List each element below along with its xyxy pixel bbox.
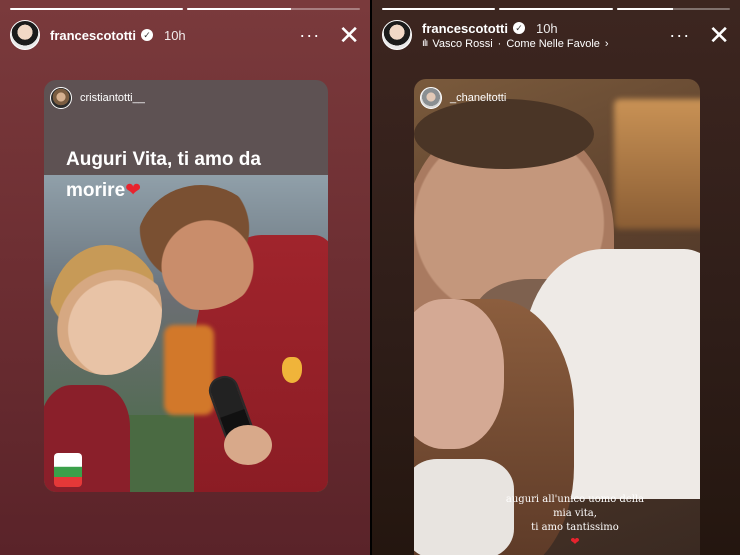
header-actions: ··· ✕: [299, 22, 360, 48]
more-options-icon[interactable]: ···: [299, 26, 320, 44]
progress-segment: [616, 8, 730, 10]
caption-text: Auguri Vita, ti amo da morire: [66, 149, 261, 201]
username-row: francescototti ✓ 10h: [422, 21, 609, 36]
story-quote-text: auguri all'unico uomo della mia vita, ti…: [490, 493, 660, 549]
story-panel-right[interactable]: francescototti ✓ 10h ıIı Vasco Rossi · C…: [372, 0, 740, 555]
header-actions: ··· ✕: [669, 22, 730, 48]
story-panel-left[interactable]: francescototti ✓ 10h ··· ✕ cristiantotti…: [0, 0, 370, 555]
quote-line: ti amo tantissimo: [531, 522, 619, 533]
repost-avatar[interactable]: [420, 87, 442, 109]
username[interactable]: francescototti: [50, 28, 136, 43]
header-text: francescototti ✓ 10h ıIı Vasco Rossi · C…: [422, 21, 609, 50]
story-header: francescototti ✓ 10h ··· ✕: [10, 18, 360, 52]
repost-username[interactable]: _chaneltotti: [450, 92, 506, 104]
orange-vest: [164, 325, 214, 415]
serie-a-badge: [54, 453, 82, 487]
repost-caption: Auguri Vita, ti amo da morire❤: [66, 144, 316, 206]
heart-emoji: ❤: [125, 180, 142, 201]
music-wave-icon: ıIı: [422, 38, 428, 49]
story-progress-bars: [10, 8, 360, 10]
verified-badge-icon: ✓: [140, 29, 153, 41]
reposted-story-card[interactable]: cristiantotti__ Auguri Vita, ti amo da m…: [44, 80, 328, 492]
repost-username[interactable]: cristiantotti__: [80, 92, 145, 104]
verified-badge-icon: ✓: [512, 22, 525, 34]
close-icon[interactable]: ✕: [708, 22, 730, 48]
close-icon[interactable]: ✕: [338, 22, 360, 48]
music-sticker[interactable]: ıIı Vasco Rossi · Come Nelle Favole ›: [422, 38, 609, 50]
story-header: francescototti ✓ 10h ıIı Vasco Rossi · C…: [382, 18, 730, 52]
music-artist: Vasco Rossi: [432, 37, 493, 50]
repost-header: _chaneltotti: [420, 87, 506, 109]
woman-face: [414, 299, 504, 449]
quote-line: auguri all'unico uomo della: [505, 494, 645, 505]
repost-avatar[interactable]: [50, 87, 72, 109]
chevron-right-icon: ›: [604, 37, 609, 50]
timestamp: 10h: [163, 27, 186, 43]
music-separator: ·: [497, 37, 502, 50]
progress-segment: [382, 8, 496, 10]
username-row: francescototti ✓ 10h: [50, 28, 186, 43]
roma-crest: [282, 357, 302, 383]
music-title: Come Nelle Favole: [506, 37, 600, 50]
avatar[interactable]: [10, 20, 40, 50]
avatar[interactable]: [382, 20, 412, 50]
username[interactable]: francescototti: [422, 21, 508, 36]
repost-photo: [44, 175, 328, 492]
man-hair: [414, 99, 594, 169]
hand: [224, 425, 272, 465]
heart-emoji: ❤: [570, 535, 580, 548]
timestamp: 10h: [535, 20, 558, 36]
header-text: francescototti ✓ 10h: [50, 28, 186, 43]
progress-segment: [187, 8, 360, 10]
window-light: [614, 99, 700, 229]
progress-segment: [10, 8, 183, 10]
progress-segment: [499, 8, 613, 10]
reposted-photo-card[interactable]: _chaneltotti auguri all'unico uomo della…: [414, 79, 700, 555]
more-options-icon[interactable]: ···: [669, 26, 690, 44]
quote-line: mia vita,: [553, 508, 597, 519]
story-progress-bars: [382, 8, 730, 10]
repost-header: cristiantotti__: [44, 80, 328, 116]
